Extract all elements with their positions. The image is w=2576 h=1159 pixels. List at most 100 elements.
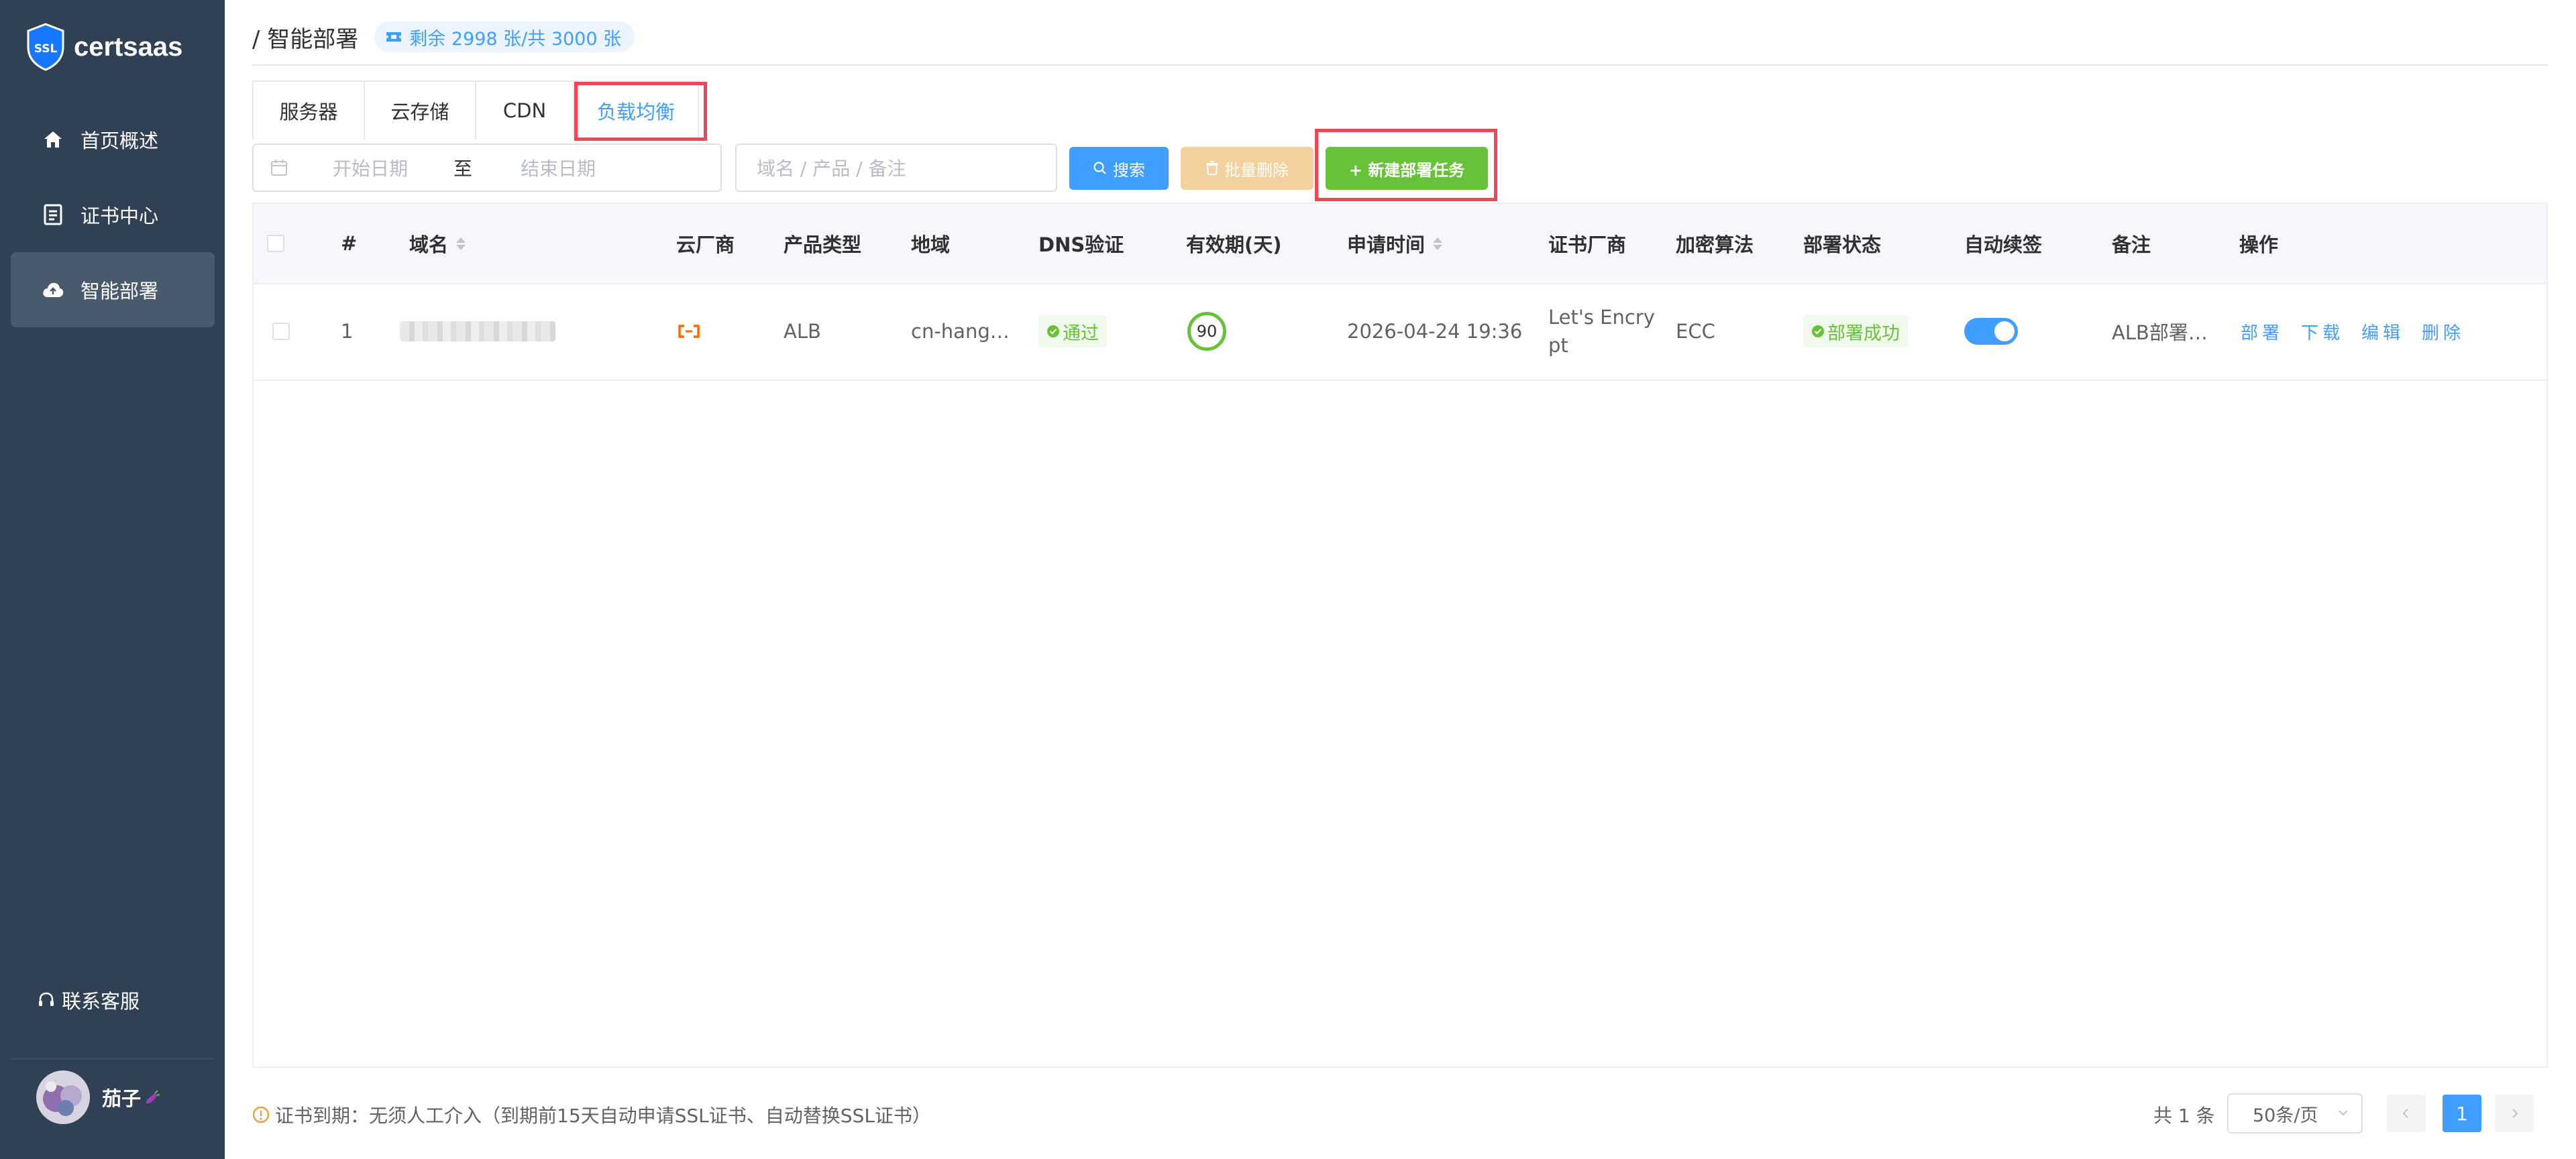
select-all-checkbox[interactable] [267, 204, 284, 283]
row-apply-time: 2026-04-24 19:36 [1347, 320, 1523, 343]
batch-delete-label: 批量删除 [1224, 160, 1289, 180]
contact-support-link[interactable]: 联系客服 [36, 986, 140, 1014]
column-deploy-status: 部署状态 [1803, 233, 1882, 256]
sidebar-item-smart-deploy[interactable]: 智能部署 [11, 252, 215, 327]
column-remark: 备注 [2112, 233, 2151, 256]
breadcrumb: / 智能部署 剩余 2998 张/共 3000 张 [252, 20, 635, 54]
column-auto-renew: 自动续签 [1964, 233, 2043, 256]
row-remark: ALB部署… [2112, 321, 2208, 344]
avatar [36, 1070, 90, 1124]
row-index: 1 [341, 320, 354, 343]
page-size-select[interactable]: 50条/页 [2227, 1093, 2363, 1134]
validity-progress-ring: 90 [1187, 312, 1226, 351]
aliyun-icon [678, 283, 700, 380]
batch-delete-button[interactable]: 批量删除 [1181, 147, 1313, 190]
row-deploy-status: 部署成功 [1803, 283, 1908, 380]
row-cert-vendor: Let's Encry pt [1548, 283, 1655, 380]
new-deploy-task-label: + 新建部署任务 [1348, 160, 1465, 180]
logo-shield-text: SSL [34, 42, 58, 56]
row-dns-verify: 通过 [1038, 283, 1107, 380]
row-actions: 部署 下载 编辑 删除 [2241, 283, 2482, 380]
column-apply-time-label: 申请时间 [1347, 233, 1426, 256]
sidebar-item-label: 首页概述 [80, 129, 159, 152]
check-circle-icon [1047, 325, 1059, 337]
user-profile[interactable]: 茄子 [36, 1070, 161, 1124]
download-action-link[interactable]: 下载 [2301, 319, 2344, 344]
tab-server[interactable]: 服务器 [254, 82, 365, 140]
tab-cloud-storage[interactable]: 云存储 [365, 82, 476, 140]
row-validity: 90 [1187, 283, 1226, 380]
column-apply-time[interactable]: 申请时间 [1347, 204, 1443, 283]
cloud-upload-icon [42, 278, 64, 301]
search-input[interactable]: 域名 / 产品 / 备注 [735, 144, 1057, 192]
table-header: # 域名 云厂商 产品类型 地域 DNS验证 有效期(天) 申请时间 证书厂商 … [254, 204, 2546, 284]
eggplant-emoji-icon [146, 1090, 160, 1104]
calendar-icon [271, 160, 287, 176]
deploy-action-link[interactable]: 部署 [2241, 319, 2284, 344]
prev-page-button[interactable] [2387, 1095, 2426, 1132]
warning-circle-icon [252, 1106, 270, 1123]
ssl-shield-logo-icon: SSL [27, 23, 64, 71]
row-region: cn-hang… [911, 320, 1010, 343]
header-divider [252, 64, 2548, 66]
cert-vendor-line-2: pt [1548, 334, 1568, 357]
chevron-left-icon [2402, 1109, 2408, 1118]
column-index: # [341, 232, 358, 255]
sidebar-item-cert-center[interactable]: 证书中心 [11, 177, 215, 252]
app-name: certsaas [74, 32, 183, 62]
total-count: 共 1 条 [2153, 1105, 2215, 1127]
date-separator: 至 [453, 158, 473, 180]
document-icon [42, 203, 64, 226]
deploy-task-table: # 域名 云厂商 产品类型 地域 DNS验证 有效期(天) 申请时间 证书厂商 … [252, 203, 2548, 1068]
deploy-status-tag: 部署成功 [1803, 315, 1908, 347]
app-logo[interactable]: SSL certsaas [25, 21, 182, 72]
search-button[interactable]: 搜索 [1069, 147, 1169, 190]
tab-cdn[interactable]: CDN [476, 82, 574, 140]
contact-support-label: 联系客服 [62, 990, 140, 1013]
column-cloud-vendor: 云厂商 [676, 233, 735, 256]
column-actions: 操作 [2239, 233, 2279, 256]
edit-action-link[interactable]: 编辑 [2361, 319, 2404, 344]
column-cert-vendor: 证书厂商 [1548, 233, 1627, 256]
column-region: 地域 [911, 233, 951, 256]
next-page-button[interactable] [2495, 1095, 2534, 1132]
end-date-input[interactable]: 结束日期 [521, 154, 596, 181]
breadcrumb-current: / 智能部署 [252, 25, 359, 53]
trash-icon [1206, 161, 1218, 175]
sidebar-item-label: 智能部署 [80, 280, 159, 302]
quota-text: 剩余 2998 张/共 3000 张 [409, 28, 622, 50]
chevron-down-icon [2339, 1110, 2348, 1116]
page-size-value: 50条/页 [2253, 1105, 2318, 1126]
date-range-picker[interactable]: 开始日期 至 结束日期 [252, 144, 722, 192]
expiry-note-text: 证书到期：无须人工介入（到期前15天自动申请SSL证书、自动替换SSL证书） [275, 1105, 931, 1127]
start-date-input[interactable]: 开始日期 [333, 154, 453, 181]
row-algorithm: ECC [1676, 320, 1715, 343]
search-button-label: 搜索 [1113, 160, 1145, 180]
home-icon [42, 128, 64, 151]
column-algorithm: 加密算法 [1676, 233, 1754, 256]
column-validity: 有效期(天) [1186, 233, 1282, 256]
column-domain-label: 域名 [409, 233, 449, 256]
sidebar-divider [11, 1058, 215, 1059]
dns-verified-label: 通过 [1063, 323, 1099, 344]
auto-renew-toggle[interactable] [1964, 318, 2018, 345]
table-row: 1 ALB cn-hang… 通过 90 2026-04-24 19:36 Le… [254, 283, 2546, 381]
page-number-button[interactable]: 1 [2443, 1095, 2481, 1132]
ticket-icon [386, 32, 402, 42]
user-name: 茄子 [102, 1087, 142, 1110]
deploy-type-tabs: 服务器 云存储 CDN 负载均衡 [252, 80, 699, 140]
sort-caret-icon[interactable] [456, 237, 466, 250]
delete-action-link[interactable]: 删除 [2422, 319, 2465, 344]
row-checkbox[interactable] [272, 283, 290, 380]
check-circle-icon [1812, 325, 1824, 337]
chevron-right-icon [2512, 1109, 2518, 1118]
search-icon [1093, 162, 1106, 174]
cert-vendor-line-1: Let's Encry [1548, 306, 1655, 329]
dns-verified-tag: 通过 [1038, 315, 1107, 347]
sidebar-item-home[interactable]: 首页概述 [11, 102, 215, 177]
new-deploy-task-button[interactable]: + 新建部署任务 [1326, 147, 1488, 190]
sort-caret-icon[interactable] [1433, 237, 1443, 250]
expiry-note: 证书到期：无须人工介入（到期前15天自动申请SSL证书、自动替换SSL证书） [252, 1100, 931, 1129]
tab-load-balancer[interactable]: 负载均衡 [574, 82, 698, 140]
column-domain[interactable]: 域名 [409, 204, 466, 283]
